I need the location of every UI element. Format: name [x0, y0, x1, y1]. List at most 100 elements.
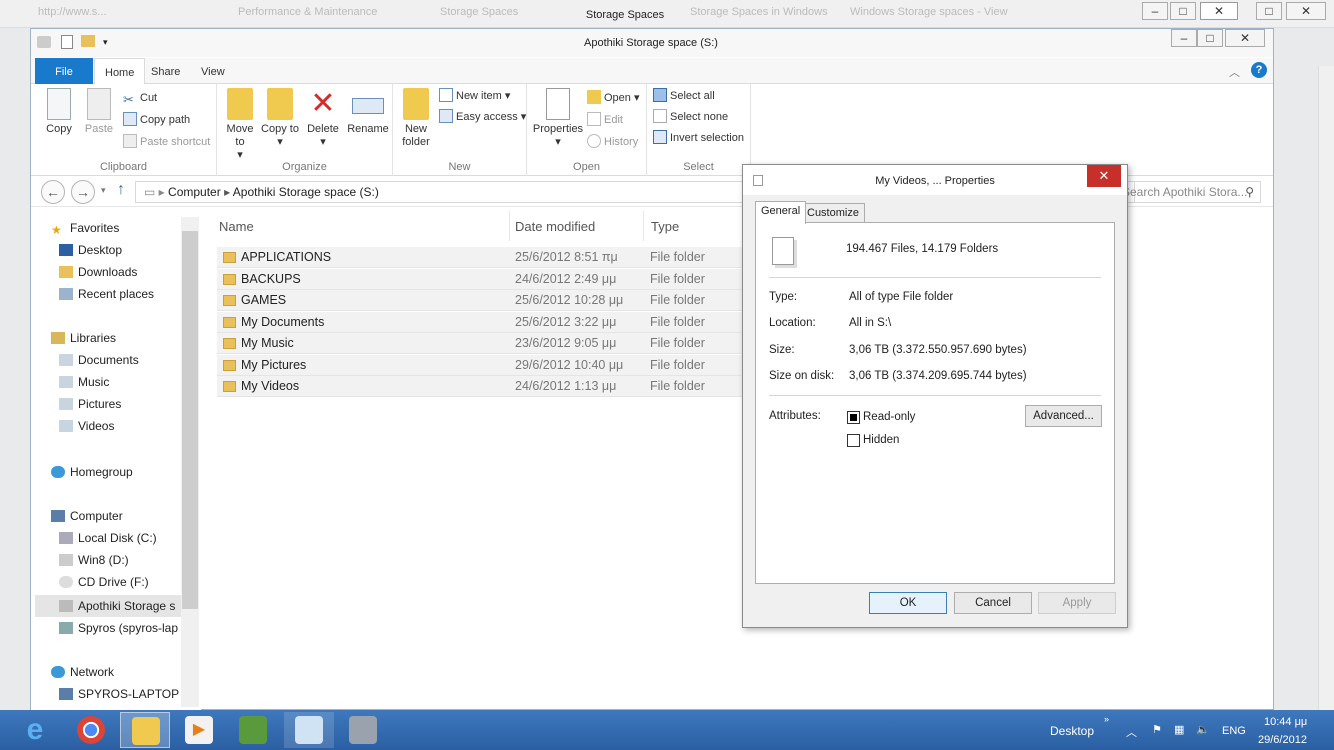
column-separator[interactable] [509, 211, 510, 241]
bg-tab-2[interactable]: Performance & Maintenance [238, 6, 377, 18]
bg2-restore-button[interactable]: □ [1256, 2, 1282, 20]
bg-minimize-button[interactable]: – [1142, 2, 1168, 20]
easy-access-button[interactable]: Easy access ▾ [439, 108, 526, 126]
maximize-button[interactable]: □ [1197, 29, 1223, 47]
tab-view[interactable]: View [191, 58, 235, 84]
open-button[interactable]: Open ▾ [587, 89, 640, 107]
nav-scrollbar-thumb[interactable] [182, 231, 198, 609]
bg2-close-button[interactable]: ✕ [1286, 2, 1326, 20]
advanced-button[interactable]: Advanced... [1025, 405, 1102, 427]
bg-tab-4[interactable]: Storage Spaces in Windows [690, 6, 828, 18]
nav-libraries[interactable]: Libraries [51, 329, 116, 347]
tray-expand-icon[interactable]: ︿ [1126, 724, 1137, 740]
ie-taskbar-button[interactable]: e [10, 712, 60, 748]
rename-button[interactable]: Rename [345, 88, 391, 136]
chrome-taskbar-button[interactable] [66, 712, 116, 748]
column-separator[interactable] [643, 211, 644, 241]
nav-local-disk[interactable]: Local Disk (C:) [59, 529, 157, 547]
language-indicator[interactable]: ENG [1222, 725, 1246, 737]
nav-documents[interactable]: Documents [59, 351, 139, 369]
hidden-checkbox[interactable] [847, 434, 860, 447]
paste-shortcut-button[interactable]: Paste shortcut [123, 133, 210, 151]
nav-recent[interactable]: Recent places [59, 285, 154, 303]
copy-button[interactable]: Copy [39, 88, 79, 136]
desktop-toolbar-label[interactable]: Desktop [1050, 724, 1094, 738]
move-to-button[interactable]: Move to ▾ [221, 88, 259, 162]
storage-taskbar-button[interactable] [338, 712, 388, 748]
bg-tab-5[interactable]: Windows Storage spaces - View [850, 6, 1008, 18]
new-item-button[interactable]: New item ▾ [439, 87, 510, 105]
table-row[interactable]: GAMES 25/6/2012 10:28 μμ File folder [217, 290, 747, 311]
network-tray-icon[interactable]: ▦ [1174, 723, 1184, 736]
dialog-close-button[interactable]: ✕ [1087, 165, 1121, 187]
recent-locations-icon[interactable]: ▾ [101, 185, 106, 196]
readonly-checkbox[interactable] [847, 411, 860, 424]
bg-close-button[interactable]: ✕ [1200, 2, 1238, 20]
tab-file[interactable]: File [35, 58, 93, 84]
nav-spyros-laptop[interactable]: SPYROS-LAPTOP [59, 685, 179, 703]
help-icon[interactable]: ? [1251, 62, 1267, 78]
nav-favorites[interactable]: ★ Favorites [51, 219, 119, 237]
apply-button[interactable]: Apply [1038, 592, 1116, 614]
new-folder-qat-icon[interactable] [81, 35, 95, 47]
table-row[interactable]: My Videos 24/6/2012 1:13 μμ File folder [217, 376, 747, 397]
drive-icon[interactable] [37, 36, 51, 48]
up-arrow-icon[interactable]: ↑ [117, 181, 125, 199]
select-none-button[interactable]: Select none [653, 108, 728, 126]
copy-to-button[interactable]: Copy to ▾ [261, 88, 299, 149]
copy-path-button[interactable]: Copy path [123, 111, 190, 129]
properties-qat-icon[interactable] [61, 35, 73, 49]
delete-button[interactable]: ✕ Delete ▾ [303, 88, 343, 149]
close-button[interactable]: ✕ [1225, 29, 1265, 47]
column-date[interactable]: Date modified [515, 219, 595, 234]
nav-computer[interactable]: Computer [51, 507, 123, 525]
nav-music[interactable]: Music [59, 373, 109, 391]
volume-icon[interactable]: 🔈 [1196, 723, 1210, 736]
explorer-taskbar-button[interactable] [120, 712, 170, 748]
nav-pictures[interactable]: Pictures [59, 395, 121, 413]
forward-button[interactable]: → [71, 180, 95, 204]
invert-selection-button[interactable]: Invert selection [653, 129, 744, 147]
search-input[interactable]: Search Apothiki Stora... ⚲ [1115, 181, 1261, 203]
bg-tab-1[interactable]: http://www.s... [38, 6, 106, 18]
cancel-button[interactable]: Cancel [954, 592, 1032, 614]
new-folder-button[interactable]: New folder [397, 88, 435, 149]
table-row[interactable]: BACKUPS 24/6/2012 2:49 μμ File folder [217, 269, 747, 290]
column-name[interactable]: Name [219, 219, 254, 234]
breadcrumb-computer[interactable]: Computer [168, 185, 221, 199]
table-row[interactable]: APPLICATIONS 25/6/2012 8:51 πμ File folder [217, 247, 747, 268]
flag-icon[interactable]: ⚑ [1152, 723, 1162, 736]
edit-button[interactable]: Edit [587, 111, 623, 129]
ok-button[interactable]: OK [869, 592, 947, 614]
column-type[interactable]: Type [651, 219, 679, 234]
nav-spyros[interactable]: Spyros (spyros-lap [59, 619, 178, 637]
properties-button[interactable]: Properties ▾ [531, 88, 585, 149]
clock-date[interactable]: 29/6/2012 [1258, 734, 1307, 746]
select-all-button[interactable]: Select all [653, 87, 715, 105]
table-row[interactable]: My Music 23/6/2012 9:05 μμ File folder [217, 333, 747, 354]
chevron-up-icon[interactable]: ︿ [1229, 64, 1240, 80]
nav-win8[interactable]: Win8 (D:) [59, 551, 129, 569]
nav-videos[interactable]: Videos [59, 417, 114, 435]
background-scrollbar[interactable] [1318, 66, 1334, 710]
bg-tab-3[interactable]: Storage Spaces [440, 6, 518, 18]
remote-taskbar-button[interactable] [284, 712, 334, 748]
back-button[interactable]: ← [41, 180, 65, 204]
nav-homegroup[interactable]: Homegroup [51, 463, 133, 481]
table-row[interactable]: My Documents 25/6/2012 3:22 μμ File folder [217, 312, 747, 333]
table-row[interactable]: My Pictures 29/6/2012 10:40 μμ File folder [217, 355, 747, 376]
minimize-button[interactable]: – [1171, 29, 1197, 47]
nav-downloads[interactable]: Downloads [59, 263, 137, 281]
qat-dropdown-icon[interactable]: ▾ [103, 37, 108, 48]
chevron-icon[interactable]: » [1104, 714, 1109, 724]
tab-share[interactable]: Share [141, 58, 190, 84]
breadcrumb-drive[interactable]: Apothiki Storage space (S:) [233, 185, 379, 199]
bg-maximize-button[interactable]: □ [1170, 2, 1196, 20]
tab-home[interactable]: Home [94, 58, 146, 85]
cut-button[interactable]: ✂ Cut [123, 89, 157, 107]
tab-customize[interactable]: Customize [801, 203, 865, 223]
nav-cd-drive[interactable]: CD Drive (F:) [59, 573, 149, 591]
nav-apothiki[interactable]: Apothiki Storage s [59, 597, 175, 615]
clock-time[interactable]: 10:44 μμ [1264, 716, 1307, 728]
media-taskbar-button[interactable]: ▶ [174, 712, 224, 748]
